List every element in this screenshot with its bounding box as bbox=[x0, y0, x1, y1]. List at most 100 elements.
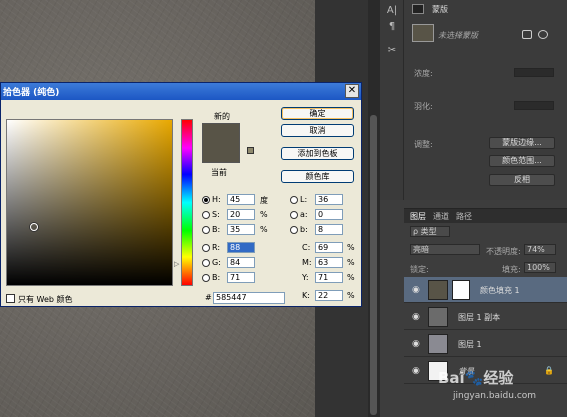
density-slider[interactable] bbox=[514, 68, 554, 77]
lock-label: 锁定: bbox=[410, 265, 429, 274]
web-color-cube-icon[interactable] bbox=[247, 147, 254, 154]
lab-b-radio[interactable] bbox=[290, 226, 298, 234]
properties-panel: 蒙版 未选择蒙版 浓度: 羽化: 调整: 蒙版边缘... 颜色范围... 反相 bbox=[404, 0, 567, 200]
green-radio[interactable] bbox=[202, 259, 210, 267]
color-libraries-button[interactable]: 颜色库 bbox=[281, 170, 354, 183]
g-input[interactable]: 84 bbox=[227, 257, 255, 268]
fill-input[interactable]: 100% bbox=[524, 262, 556, 273]
add-to-swatches-button[interactable]: 添加到色板 bbox=[281, 147, 354, 160]
adjust-label: 调整: bbox=[414, 140, 433, 149]
a-input[interactable]: 0 bbox=[315, 209, 343, 220]
density-label: 浓度: bbox=[414, 69, 433, 78]
lab-b-input[interactable]: 8 bbox=[315, 224, 343, 235]
invert-button[interactable]: 反相 bbox=[489, 174, 555, 186]
b-unit: % bbox=[260, 225, 268, 234]
tab-paths[interactable]: 路径 bbox=[456, 211, 472, 222]
h-unit: 度 bbox=[260, 196, 268, 205]
m-input[interactable]: 63 bbox=[315, 257, 343, 268]
visibility-eye-icon[interactable]: ◉ bbox=[412, 312, 420, 322]
feather-slider[interactable] bbox=[514, 101, 554, 110]
paragraph-panel-icon[interactable]: ¶ bbox=[384, 20, 400, 34]
layer-name: 图层 1 副本 bbox=[458, 313, 501, 322]
r-input[interactable]: 88 bbox=[227, 242, 255, 253]
layer-row[interactable]: ◉ 图层 1 bbox=[404, 331, 567, 357]
m-unit: % bbox=[347, 258, 355, 267]
panel-tool-strip: A| ¶ ✂ bbox=[380, 0, 404, 200]
color-field[interactable] bbox=[6, 119, 173, 286]
brightness-radio[interactable] bbox=[202, 226, 210, 234]
hue-slider-marker[interactable]: ▷ bbox=[174, 260, 179, 268]
b-input[interactable]: 35 bbox=[227, 224, 255, 235]
new-color-swatch bbox=[202, 123, 240, 143]
cancel-button[interactable]: 取消 bbox=[281, 124, 354, 137]
scrollbar-thumb[interactable] bbox=[370, 115, 377, 415]
lab-b-label: b: bbox=[300, 225, 308, 234]
add-pixel-mask-icon[interactable] bbox=[522, 30, 532, 39]
visibility-eye-icon[interactable]: ◉ bbox=[412, 339, 420, 349]
properties-title: 蒙版 bbox=[432, 5, 448, 14]
c-label: C: bbox=[302, 243, 311, 252]
k-label: K: bbox=[302, 291, 310, 300]
tab-layers[interactable]: 图层 bbox=[410, 211, 426, 222]
current-color-swatch[interactable] bbox=[202, 143, 240, 163]
rgb-b-input[interactable]: 71 bbox=[227, 272, 255, 283]
h-label: H: bbox=[212, 195, 221, 204]
dialog-title: 拾色器 (纯色) bbox=[3, 88, 60, 98]
layers-panel-tabs: 图层 通道 路径 bbox=[404, 209, 567, 223]
fill-label: 填充: bbox=[502, 265, 521, 274]
character-panel-icon[interactable]: A| bbox=[384, 4, 400, 18]
blue-radio[interactable] bbox=[202, 274, 210, 282]
s-label: S: bbox=[212, 210, 220, 219]
ok-button[interactable]: 确定 bbox=[281, 107, 354, 120]
current-color-label: 当前 bbox=[211, 168, 227, 177]
mask-edge-button[interactable]: 蒙版边缘... bbox=[489, 137, 555, 149]
feather-label: 羽化: bbox=[414, 102, 433, 111]
visibility-eye-icon[interactable]: ◉ bbox=[412, 366, 420, 376]
web-colors-only-checkbox[interactable] bbox=[6, 294, 15, 303]
r-label: R: bbox=[212, 243, 221, 252]
tool-presets-icon[interactable]: ✂ bbox=[384, 44, 400, 58]
layer-mask-thumbnail[interactable] bbox=[452, 280, 470, 300]
k-input[interactable]: 22 bbox=[315, 290, 343, 301]
h-input[interactable]: 45 bbox=[227, 194, 255, 205]
close-icon[interactable]: ✕ bbox=[345, 84, 359, 98]
y-unit: % bbox=[347, 273, 355, 282]
opacity-input[interactable]: 74% bbox=[524, 244, 556, 255]
y-input[interactable]: 71 bbox=[315, 272, 343, 283]
mask-status-label: 未选择蒙版 bbox=[438, 31, 478, 40]
layer-filter-select[interactable]: ρ 类型 bbox=[410, 226, 450, 237]
layer-name: 图层 1 bbox=[458, 340, 482, 349]
color-range-button[interactable]: 颜色范围... bbox=[489, 155, 555, 167]
blend-mode-select[interactable]: 亮暗 bbox=[410, 244, 480, 255]
saturation-radio[interactable] bbox=[202, 211, 210, 219]
color-picker-dialog: 拾色器 (纯色) ✕ ▷ 新的 当前 确定 取消 添加到色板 颜色库 H: 45… bbox=[0, 82, 362, 307]
watermark-brand: Bai🐾经验 bbox=[438, 369, 514, 387]
l-input[interactable]: 36 bbox=[315, 194, 343, 205]
color-field-cursor[interactable] bbox=[30, 223, 38, 231]
rgb-b-label: B: bbox=[212, 273, 221, 282]
hue-slider[interactable] bbox=[181, 119, 193, 286]
layer-row[interactable]: ◉ 颜色填充 1 bbox=[404, 277, 567, 303]
hue-radio[interactable] bbox=[202, 196, 210, 204]
s-input[interactable]: 20 bbox=[227, 209, 255, 220]
tab-channels[interactable]: 通道 bbox=[433, 211, 449, 222]
a-radio[interactable] bbox=[290, 211, 298, 219]
s-unit: % bbox=[260, 210, 268, 219]
hex-sign: # bbox=[205, 293, 212, 302]
dialog-titlebar[interactable]: 拾色器 (纯色) ✕ bbox=[1, 83, 361, 100]
visibility-eye-icon[interactable]: ◉ bbox=[412, 285, 420, 295]
hex-input[interactable]: 585447 bbox=[213, 292, 285, 304]
m-label: M: bbox=[302, 258, 312, 267]
add-vector-mask-icon[interactable] bbox=[538, 30, 548, 39]
new-color-label: 新的 bbox=[214, 112, 230, 121]
mask-thumbnail[interactable] bbox=[412, 24, 434, 42]
k-unit: % bbox=[347, 291, 355, 300]
red-radio[interactable] bbox=[202, 244, 210, 252]
c-input[interactable]: 69 bbox=[315, 242, 343, 253]
lock-icon: 🔒 bbox=[544, 366, 554, 375]
layer-row[interactable]: ◉ 图层 1 副本 bbox=[404, 304, 567, 330]
layer-thumbnail bbox=[428, 334, 448, 354]
mask-icon bbox=[412, 4, 424, 14]
l-radio[interactable] bbox=[290, 196, 298, 204]
a-label: a: bbox=[300, 210, 308, 219]
